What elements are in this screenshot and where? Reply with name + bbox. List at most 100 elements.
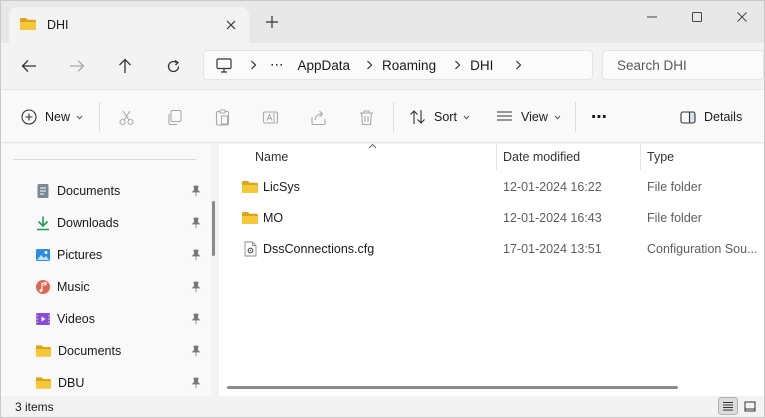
sidebar-item-label: Videos [57,312,95,326]
details-pane-button[interactable]: Details [680,105,742,129]
config-file-icon [244,241,257,260]
folder-icon [19,17,37,34]
sidebar-item-music[interactable]: Music [35,276,207,298]
sidebar-item-label: DBU [58,376,85,390]
breadcrumb-appdata[interactable]: AppData [298,58,351,73]
close-window-icon[interactable] [727,7,757,27]
command-bar: New Sort View ⋯ Details [1,89,764,143]
minimize-icon[interactable] [637,7,667,27]
new-tab-plus-icon[interactable] [263,14,281,32]
file-date: 12-01-2024 16:43 [503,211,602,225]
pin-icon[interactable] [191,377,201,389]
sidebar-item-label: Downloads [57,216,119,230]
column-divider[interactable] [640,144,641,170]
cut-button[interactable] [118,105,135,129]
file-type: File folder [647,211,702,225]
maximize-icon[interactable] [682,7,712,27]
pin-icon[interactable] [191,217,201,229]
file-explorer-window: DHI ⋯ AppData Roaming DHI Search DHI New… [0,0,765,418]
details-pane-icon [680,110,696,124]
address-bar[interactable]: ⋯ AppData Roaming DHI [203,50,593,80]
sidebar-item-label: Documents [57,184,121,198]
rename-icon [262,109,279,126]
address-more-button[interactable]: ⋯ [270,57,284,73]
sort-button-label: Sort [434,110,457,124]
downloads-icon [35,215,51,231]
delete-button[interactable] [358,105,375,129]
folder-icon [35,344,52,358]
search-box[interactable] [602,50,764,80]
folder-icon [241,211,259,228]
tab-strip: DHI [1,1,764,43]
pictures-icon [35,247,51,263]
folder-icon [35,376,52,390]
chevron-right-icon[interactable] [244,60,262,70]
column-header-date[interactable]: Date modified [503,144,580,170]
rename-button[interactable] [262,105,279,129]
sidebar-item-label: Music [57,280,90,294]
nav-divider [13,159,196,160]
sidebar-item-videos[interactable]: Videos [35,308,207,330]
up-arrow-icon[interactable] [111,53,139,79]
copy-button[interactable] [166,105,183,129]
sort-button[interactable]: Sort [409,105,470,129]
nav-pane-scrollbar[interactable] [212,201,215,256]
chevron-down-icon [463,113,470,122]
chevron-down-icon [76,113,83,122]
pin-icon[interactable] [191,313,201,325]
music-icon [35,279,51,295]
breadcrumb-roaming[interactable]: Roaming [382,58,436,73]
see-more-button[interactable]: ⋯ [591,105,607,129]
file-row-licsys[interactable]: LicSys 12-01-2024 16:22 File folder [219,174,764,202]
column-divider[interactable] [496,144,497,170]
column-header-type[interactable]: Type [647,144,674,170]
file-name: DssConnections.cfg [263,242,375,256]
breadcrumb-dhi[interactable]: DHI [470,58,493,73]
view-button-label: View [521,110,548,124]
pin-icon[interactable] [191,345,201,357]
view-lines-icon [496,110,513,124]
sidebar-item-documents[interactable]: Documents [35,180,207,202]
details-button-label: Details [704,110,743,124]
scissors-icon [118,109,135,126]
file-type: Configuration Sou... [647,242,758,256]
file-name: LicSys [263,180,300,194]
navigation-pane: Documents Downloads Pictures Music Video… [1,144,211,396]
view-button[interactable]: View [496,105,561,129]
forward-arrow-icon[interactable] [63,53,91,79]
chevron-right-icon[interactable] [509,60,527,70]
new-button[interactable]: New [21,105,83,129]
navigation-row: ⋯ AppData Roaming DHI [1,43,764,89]
tab-dhi[interactable]: DHI [9,7,249,43]
pin-icon[interactable] [191,249,201,261]
search-input[interactable] [603,51,763,79]
file-date: 17-01-2024 13:51 [503,242,602,256]
chevron-right-icon[interactable] [448,60,466,70]
documents-icon [35,183,51,199]
file-row-mo[interactable]: MO 12-01-2024 16:43 File folder [219,205,764,233]
column-header-name[interactable]: Name [255,144,288,170]
pin-icon[interactable] [191,185,201,197]
new-button-label: New [45,110,71,124]
chevron-right-icon[interactable] [360,60,378,70]
back-arrow-icon[interactable] [15,53,43,79]
sidebar-item-downloads[interactable]: Downloads [35,212,207,234]
sidebar-item-label: Documents [58,344,122,358]
sidebar-item-pictures[interactable]: Pictures [35,244,207,266]
sidebar-item-documents-folder[interactable]: Documents [35,340,207,362]
details-view-icon[interactable] [718,397,738,415]
horizontal-scrollbar[interactable] [227,386,678,389]
close-tab-icon[interactable] [223,17,239,33]
paste-button[interactable] [214,105,231,129]
file-row-dssconnections[interactable]: DssConnections.cfg 17-01-2024 13:51 Conf… [219,236,764,264]
share-icon [310,109,327,126]
toolbar-divider [575,102,576,132]
large-icons-view-icon[interactable] [740,397,760,415]
toolbar-divider [393,102,394,132]
toolbar-divider [99,102,100,132]
refresh-icon[interactable] [159,53,187,79]
share-button[interactable] [310,105,327,129]
copy-icon [166,109,183,126]
sidebar-item-dbu[interactable]: DBU [35,372,207,394]
pin-icon[interactable] [191,281,201,293]
